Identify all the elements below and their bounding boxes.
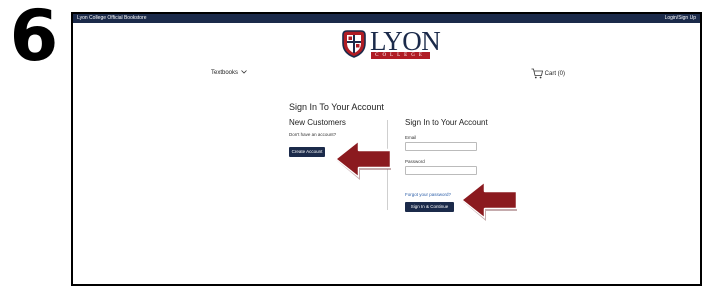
new-customers-section: New Customers Don't have an account? Cre… [289,118,379,157]
page-title: Sign In To Your Account [289,102,384,112]
shield-crest-icon [342,30,366,58]
login-signup-link[interactable]: Login/Sign Up [665,14,696,23]
top-bar: Lyon College Official Bookstore Login/Si… [73,14,700,23]
new-customers-heading: New Customers [289,118,346,127]
cart-link[interactable]: Cart (0) [531,68,565,79]
step-number: 6 [9,0,59,77]
sign-in-continue-button[interactable]: Sign In & Continue [405,202,454,212]
sign-in-heading: Sign In to Your Account [405,118,488,127]
cart-icon [531,68,543,79]
email-label: Email [405,135,417,140]
sign-in-section: Sign In to Your Account Email Password F… [405,118,545,212]
password-field[interactable] [405,166,477,175]
store-name-link[interactable]: Lyon College Official Bookstore [77,14,146,23]
arrow-left-icon [333,138,393,180]
browser-screenshot: Lyon College Official Bookstore Login/Si… [71,12,702,286]
create-account-button[interactable]: Create Account [289,147,325,157]
logo-subtitle: COLLEGE [371,52,430,59]
logo-wordmark: LYON [370,26,441,56]
textbooks-label: Textbooks [211,70,239,76]
email-field[interactable] [405,142,477,151]
arrow-left-icon [459,179,519,221]
textbooks-menu[interactable]: Textbooks [211,70,247,76]
forgot-password-link[interactable]: Forgot your password? [405,192,451,197]
password-label: Password [405,159,425,164]
chevron-down-icon [240,70,247,74]
lyon-college-logo[interactable]: LYON COLLEGE [341,28,441,60]
cart-label: Cart (0) [544,71,566,78]
